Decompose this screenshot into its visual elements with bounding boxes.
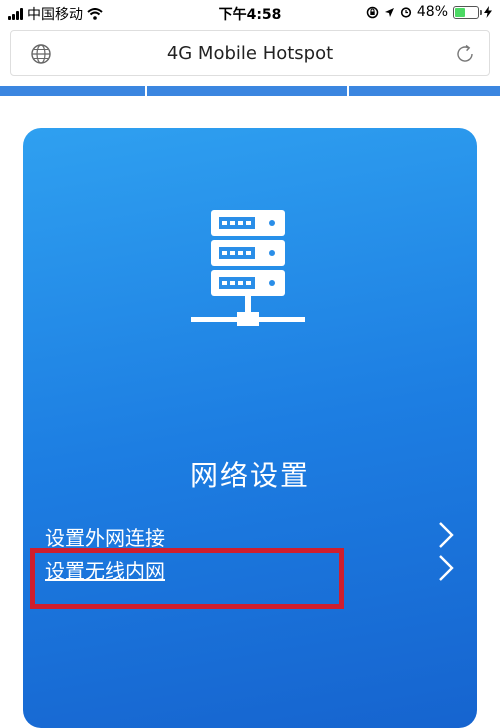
card-title: 网络设置 <box>189 459 310 492</box>
alarm-icon <box>400 7 411 18</box>
server-network-icon <box>191 210 305 326</box>
charging-icon <box>484 6 492 18</box>
battery-icon <box>453 5 482 19</box>
battery-percent: 48% <box>416 4 448 20</box>
chevron-right-icon[interactable] <box>437 520 455 550</box>
chevron-right-icon[interactable] <box>437 553 455 583</box>
browser-address-bar[interactable]: 4G Mobile Hotspot <box>10 30 490 76</box>
top-nav-tabs <box>0 86 500 96</box>
highlight-box <box>30 548 344 609</box>
status-right: 48% <box>366 4 492 20</box>
reload-icon[interactable] <box>453 42 477 66</box>
location-icon <box>384 7 394 17</box>
page-title: 4G Mobile Hotspot <box>166 43 334 64</box>
network-settings-card: 网络设置 设置外网连接 设置无线内网 <box>23 128 477 728</box>
nav-tab[interactable] <box>0 86 145 96</box>
menu-item-wan-connection[interactable]: 设置外网连接 <box>45 520 465 550</box>
nav-tab[interactable] <box>349 86 500 96</box>
nav-tab[interactable] <box>147 86 347 96</box>
screen-lock-icon <box>366 6 379 18</box>
status-bar: 中国移动 下午4:58 48% <box>0 0 500 26</box>
menu-item-label[interactable]: 设置外网连接 <box>45 522 165 551</box>
